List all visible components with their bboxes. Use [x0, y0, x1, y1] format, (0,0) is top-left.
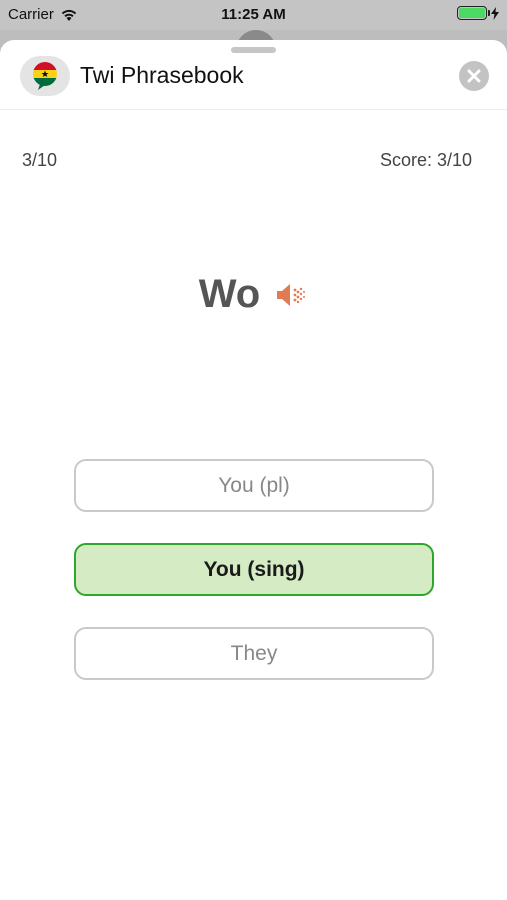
word-row: Wo — [0, 272, 507, 317]
answer-option-label: They — [230, 641, 278, 665]
answer-option-label: You (sing) — [203, 557, 305, 581]
close-button[interactable] — [459, 61, 489, 91]
status-time: 11:25 AM — [221, 6, 286, 23]
speaker-icon[interactable] — [274, 280, 308, 310]
charging-bolt-icon — [491, 6, 499, 20]
quiz-word: Wo — [198, 272, 261, 316]
answer-option[interactable]: You (pl) — [74, 459, 434, 512]
ghana-flag-speech-bubble-icon — [20, 56, 70, 96]
status-right — [457, 6, 499, 20]
score-label: Score: 3/10 — [379, 150, 472, 170]
answer-option[interactable]: They — [74, 627, 434, 680]
answer-option-label: You (pl) — [218, 473, 290, 497]
battery-tip — [488, 10, 490, 16]
modal-sheet: Twi Phrasebook 3/10 Score: 3/10 Wo You (… — [0, 40, 507, 900]
answer-option-correct[interactable]: You (sing) — [74, 543, 434, 596]
app-title: Twi Phrasebook — [80, 62, 244, 88]
question-progress: 3/10 — [22, 150, 58, 170]
battery-fill — [459, 8, 485, 18]
status-bar: Carrier 11:25 AM — [0, 0, 507, 30]
battery-icon — [457, 6, 490, 20]
close-icon — [467, 69, 481, 83]
header: Twi Phrasebook — [0, 40, 507, 110]
